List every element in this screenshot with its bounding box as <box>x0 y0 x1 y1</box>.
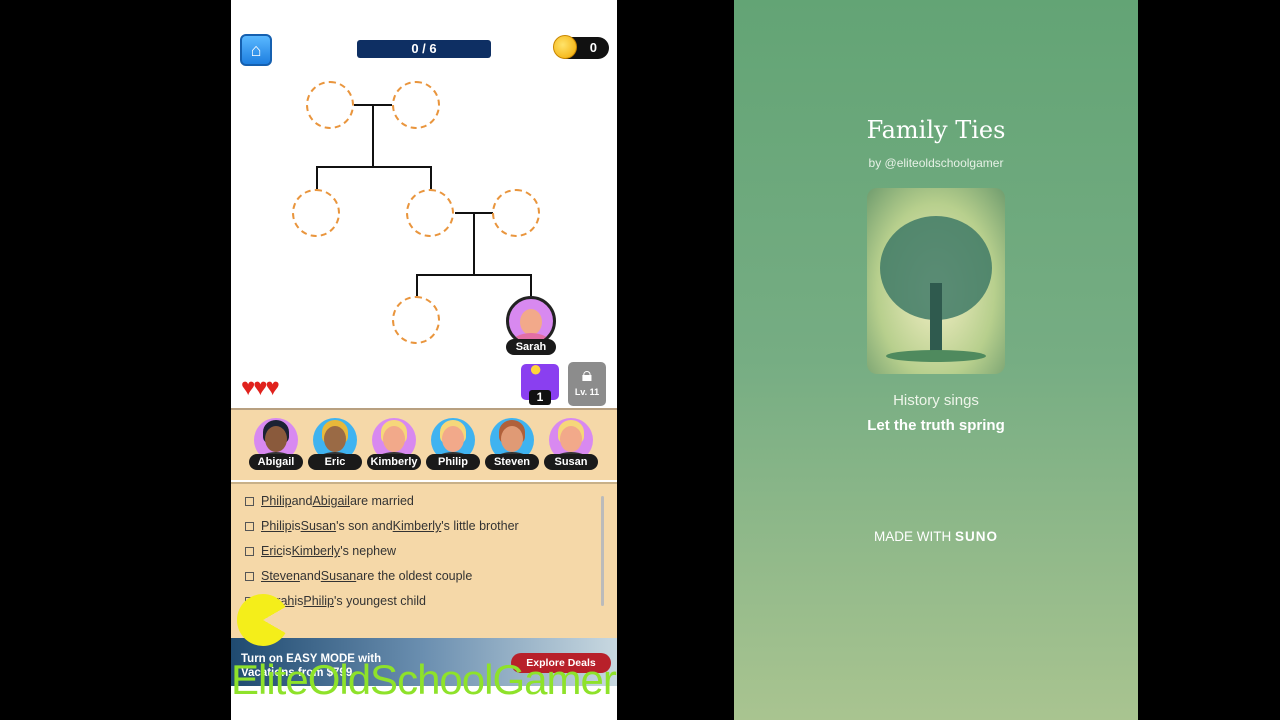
clue-name-link[interactable]: Kimberly <box>393 519 442 533</box>
clue-text: 's nephew <box>340 544 397 558</box>
clue-scrollbar[interactable] <box>601 496 604 606</box>
avatar-face <box>560 426 582 452</box>
channel-watermark: EliteOldSchoolGamer <box>231 656 617 703</box>
clue-text: 's son and <box>336 519 393 533</box>
clue-item: Eric is Kimberly's nephew <box>245 544 396 558</box>
heart-icon: ♥ <box>241 374 255 401</box>
character-name: Philip <box>426 454 480 470</box>
character-abigail[interactable]: Abigail <box>248 418 304 470</box>
tree-line <box>416 274 418 296</box>
clue-text: 's little brother <box>441 519 519 533</box>
empty-slot[interactable] <box>392 296 440 344</box>
home-icon: ⌂ <box>250 39 262 60</box>
lives-hearts: ♥♥♥ <box>241 374 280 402</box>
tree-line <box>316 166 431 168</box>
tree-cover-art <box>867 188 1005 374</box>
clue-name-link[interactable]: Philip <box>303 594 334 608</box>
avatar-face <box>324 426 346 452</box>
avatar-face <box>520 309 542 335</box>
hint-count: 1 <box>529 390 551 405</box>
lyric-line-2: Let the truth spring <box>867 417 1005 434</box>
empty-slot[interactable] <box>306 81 354 129</box>
clue-checkbox[interactable] <box>245 521 254 531</box>
tree-line <box>530 274 532 296</box>
character-name: Kimberly <box>367 454 421 470</box>
pacman-mascot-icon <box>237 594 289 646</box>
clue-name-link[interactable]: Abigail <box>312 494 350 508</box>
lyric-line-1: History sings <box>893 392 979 409</box>
character-name: Eric <box>308 454 362 470</box>
clue-text: is <box>282 544 292 558</box>
clue-text: and <box>299 569 321 583</box>
character-kimberly[interactable]: Kimberly <box>366 418 422 470</box>
avatar-face <box>442 426 464 452</box>
clue-text: are the oldest couple <box>356 569 473 583</box>
character-name: Susan <box>544 454 598 470</box>
made-with-label: MADE WITH <box>873 529 952 544</box>
tree-line <box>316 166 318 189</box>
clue-text: are married <box>349 494 414 508</box>
song-title: Family Ties <box>866 116 1006 144</box>
clue-name-link[interactable]: Susan <box>321 569 356 583</box>
clue-text: 's youngest child <box>333 594 426 608</box>
home-button[interactable]: ⌂ <box>240 34 272 66</box>
clue-name-link[interactable]: Philip <box>261 494 292 508</box>
clue-text: is <box>294 594 304 608</box>
clue-text: and <box>291 494 313 508</box>
clue-checkbox[interactable] <box>245 571 254 581</box>
placed-name-tag: Sarah <box>506 339 556 355</box>
avatar-face <box>501 426 523 452</box>
clue-name-link[interactable]: Kimberly <box>292 544 341 558</box>
progress-counter: 0 / 6 <box>357 40 491 58</box>
clue-item: Steven and Susan are the oldest couple <box>245 569 472 583</box>
avatar-face <box>383 426 405 452</box>
music-panel: Family Ties by @eliteoldschoolgamer Hist… <box>734 0 1138 720</box>
clue-name-link[interactable]: Eric <box>261 544 283 558</box>
clue-checkbox[interactable] <box>245 546 254 556</box>
heart-icon: ♥ <box>265 374 280 401</box>
empty-slot[interactable] <box>492 189 540 237</box>
character-name: Steven <box>485 454 539 470</box>
made-with-suno: MADE WITH SUNO <box>734 529 1138 544</box>
character-steven[interactable]: Steven <box>484 418 540 470</box>
clue-item: Philip and Abigail are married <box>245 494 414 508</box>
game-screen: ⌂ 0 / 6 0 Sarah ♥♥♥ ● 1 🔒︎ Lv. 11 Abigai… <box>231 0 617 720</box>
clue-name-link[interactable]: Steven <box>261 569 300 583</box>
empty-slot[interactable] <box>406 189 454 237</box>
clue-text: is <box>291 519 301 533</box>
tree-line <box>372 104 374 168</box>
clue-item: Philip is Susan's son and Kimberly's lit… <box>245 519 519 533</box>
character-eric[interactable]: Eric <box>307 418 363 470</box>
clue-checkbox[interactable] <box>245 496 254 506</box>
heart-icon: ♥ <box>253 374 267 401</box>
lock-level-label: Lv. 11 <box>574 387 600 397</box>
empty-slot[interactable] <box>392 81 440 129</box>
locked-level-button[interactable]: 🔒︎ Lv. 11 <box>568 362 606 406</box>
song-byline: by @eliteoldschoolgamer <box>868 156 1004 170</box>
avatar-face <box>265 426 287 452</box>
character-philip[interactable]: Philip <box>425 418 481 470</box>
clue-name-link[interactable]: Susan <box>301 519 336 533</box>
tree-line <box>430 166 432 189</box>
suno-brand: SUNO <box>955 529 999 544</box>
coin-icon <box>553 35 577 59</box>
character-name: Abigail <box>249 454 303 470</box>
character-susan[interactable]: Susan <box>543 418 599 470</box>
lightbulb-icon: ● <box>529 356 543 381</box>
lock-icon: 🔒︎ <box>581 364 593 386</box>
tree-icon <box>880 216 992 362</box>
tree-line <box>473 212 475 275</box>
clue-name-link[interactable]: Philip <box>261 519 292 533</box>
empty-slot[interactable] <box>292 189 340 237</box>
tree-line <box>416 274 532 276</box>
